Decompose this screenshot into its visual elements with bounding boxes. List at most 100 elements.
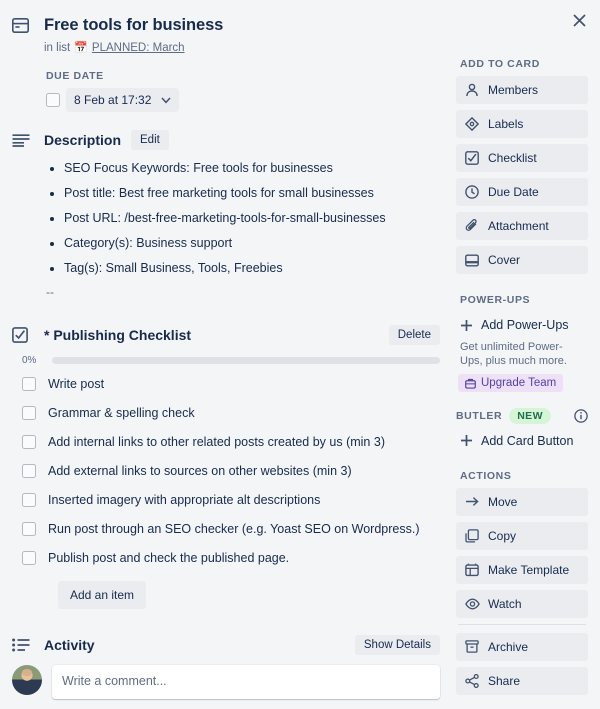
actions-heading: ACTIONS bbox=[460, 469, 512, 482]
due-date-checkbox[interactable] bbox=[46, 93, 60, 107]
checklist-item-label: Add external links to sources on other w… bbox=[48, 464, 352, 478]
checklist-item[interactable]: Add internal links to other related post… bbox=[12, 428, 440, 457]
sidebar-item-attachment[interactable]: Attachment bbox=[456, 212, 588, 240]
add-power-ups-button[interactable]: Add Power-Ups bbox=[456, 312, 588, 338]
add-card-button-action[interactable]: Add Card Button bbox=[456, 428, 588, 454]
person-icon bbox=[465, 83, 480, 97]
description-title: Description bbox=[44, 132, 122, 148]
arrow-right-icon bbox=[465, 495, 480, 508]
actions-list: Move Copy Make Template Watch bbox=[456, 487, 588, 618]
checklist-item-checkbox[interactable] bbox=[22, 377, 36, 391]
checklist-progress-bar bbox=[52, 357, 440, 364]
list-item: Category(s): Business support bbox=[64, 235, 440, 251]
plus-icon bbox=[460, 434, 473, 447]
list-link[interactable]: PLANNED: March bbox=[92, 42, 185, 54]
checklist-progress: 0% bbox=[22, 355, 440, 366]
comment-input[interactable] bbox=[62, 674, 430, 688]
due-date-value: 8 Feb at 17:32 bbox=[74, 93, 152, 107]
activity-section: Activity Show Details bbox=[12, 635, 440, 699]
add-to-card-heading: ADD TO CARD bbox=[460, 58, 540, 70]
upgrade-team-label: Upgrade Team bbox=[481, 377, 557, 389]
archive-box-icon bbox=[465, 640, 480, 653]
checklist-header: * Publishing Checklist Delete bbox=[12, 325, 440, 345]
chevron-down-icon bbox=[161, 96, 171, 104]
checklist-item-checkbox[interactable] bbox=[22, 406, 36, 420]
delete-checklist-button[interactable]: Delete bbox=[388, 325, 440, 345]
sidebar-item-label: Copy bbox=[488, 528, 517, 543]
checklist-item-checkbox[interactable] bbox=[22, 464, 36, 478]
sidebar-item-cover[interactable]: Cover bbox=[456, 246, 588, 274]
add-card-button-label: Add Card Button bbox=[481, 433, 574, 448]
checklist-item[interactable]: Run post through an SEO checker (e.g. Yo… bbox=[12, 515, 440, 544]
label-tag-icon bbox=[465, 117, 480, 131]
activity-title: Activity bbox=[44, 637, 95, 653]
sidebar-item-checklist[interactable]: Checklist bbox=[456, 144, 588, 172]
upgrade-team-button[interactable]: Upgrade Team bbox=[458, 374, 564, 392]
comment-box[interactable] bbox=[52, 665, 440, 699]
avatar[interactable] bbox=[12, 665, 42, 695]
card-detail-dialog: Free tools for business in list 📅 PLANNE… bbox=[0, 0, 600, 709]
butler-heading: BUTLER bbox=[456, 409, 503, 422]
list-item: Post title: Best free marketing tools fo… bbox=[64, 185, 440, 201]
status-badge: NEW bbox=[509, 407, 551, 424]
sidebar-item-archive[interactable]: Archive bbox=[456, 632, 588, 661]
activity-list-icon bbox=[12, 638, 34, 652]
checklist-item-checkbox[interactable] bbox=[22, 551, 36, 565]
sidebar-item-make-template[interactable]: Make Template bbox=[456, 555, 588, 584]
description-trailing-text: -- bbox=[46, 285, 54, 299]
checklist-item-checkbox[interactable] bbox=[22, 522, 36, 536]
page-title: Free tools for business bbox=[44, 16, 224, 34]
show-details-button[interactable]: Show Details bbox=[354, 635, 440, 655]
comment-composer bbox=[12, 665, 440, 699]
checklist-item-label: Add internal links to other related post… bbox=[48, 435, 385, 449]
sidebar-item-label: Watch bbox=[488, 596, 522, 611]
checklist-item-label: Publish post and check the published pag… bbox=[48, 551, 290, 565]
list-item: Tag(s): Small Business, Tools, Freebies bbox=[64, 260, 440, 276]
activity-header: Activity Show Details bbox=[12, 635, 440, 655]
description-lines-icon bbox=[12, 133, 34, 147]
sidebar-item-label: Cover bbox=[488, 253, 521, 267]
checklist-item[interactable]: Grammar & spelling check bbox=[12, 399, 440, 428]
sidebar-item-move[interactable]: Move bbox=[456, 487, 588, 516]
sidebar-item-share[interactable]: Share bbox=[456, 666, 588, 695]
butler-header: BUTLER NEW bbox=[456, 407, 588, 424]
card-sidebar: ADD TO CARD Members Labels Checklist Due Da… bbox=[450, 58, 600, 701]
paperclip-icon bbox=[465, 219, 480, 233]
actions-secondary-list: Archive Share bbox=[456, 632, 588, 695]
sidebar-item-label: Checklist bbox=[488, 151, 537, 165]
cover-window-icon bbox=[465, 254, 480, 267]
edit-description-button[interactable]: Edit bbox=[131, 130, 169, 150]
add-power-ups-label: Add Power-Ups bbox=[481, 318, 569, 332]
checklist-item[interactable]: Write post bbox=[12, 370, 440, 399]
sidebar-item-due-date[interactable]: Due Date bbox=[456, 178, 588, 206]
checklist-item-label: Grammar & spelling check bbox=[48, 406, 195, 420]
checklist-item[interactable]: Add external links to sources on other w… bbox=[12, 457, 440, 486]
sidebar-item-label: Share bbox=[488, 673, 521, 688]
eye-icon bbox=[465, 598, 480, 610]
list-item: Post URL: /best-free-marketing-tools-for… bbox=[64, 210, 440, 226]
checklist-items: Write post Grammar & spelling check Add in… bbox=[12, 370, 440, 573]
add-to-card-list: Members Labels Checklist Due Date Attachment… bbox=[456, 76, 588, 274]
checklist-item[interactable]: Publish post and check the published pag… bbox=[12, 544, 440, 573]
checklist-item[interactable]: Inserted imagery with appropriate alt de… bbox=[12, 486, 440, 515]
power-ups-note: Get unlimited Power-Ups, plus much more. bbox=[460, 341, 567, 367]
breadcrumb: in list 📅 PLANNED: March bbox=[44, 42, 540, 54]
info-circle-icon[interactable] bbox=[574, 408, 588, 423]
plus-icon bbox=[460, 319, 473, 332]
checklist-item-checkbox[interactable] bbox=[22, 435, 36, 449]
sidebar-item-members[interactable]: Members bbox=[456, 76, 588, 104]
close-button[interactable] bbox=[567, 8, 591, 32]
sidebar-item-label: Labels bbox=[488, 117, 524, 131]
checklist-item-checkbox[interactable] bbox=[22, 493, 36, 507]
sidebar-item-copy[interactable]: Copy bbox=[456, 521, 588, 550]
sidebar-item-labels[interactable]: Labels bbox=[456, 110, 588, 138]
checklist-item-label: Run post through an SEO checker (e.g. Yo… bbox=[48, 522, 420, 536]
calendar-emoji-icon: 📅 bbox=[74, 41, 88, 54]
add-checklist-item-button[interactable]: Add an item bbox=[58, 581, 147, 609]
checklist-percent-label: 0% bbox=[22, 355, 37, 366]
due-date-button[interactable]: 8 Feb at 17:32 bbox=[66, 88, 180, 112]
sidebar-item-watch[interactable]: Watch bbox=[456, 589, 588, 618]
sidebar-item-label: Make Template bbox=[488, 562, 570, 577]
sidebar-item-label: Due Date bbox=[488, 185, 539, 199]
power-ups-heading: POWER-UPS bbox=[460, 294, 531, 306]
